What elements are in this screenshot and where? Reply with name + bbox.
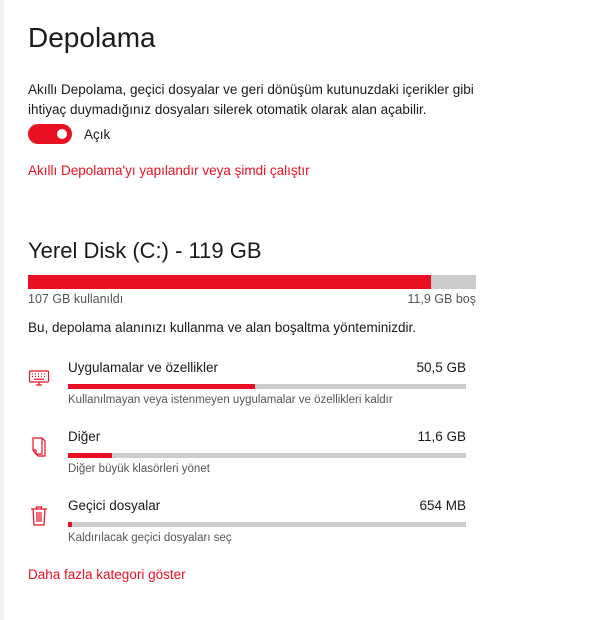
disk-used-label: 107 GB kullanıldı: [28, 292, 124, 306]
category-usage-bar-fill: [68, 522, 72, 527]
disk-usage-bar-fill: [28, 275, 432, 289]
left-edge-strip: [0, 0, 4, 620]
category-usage-bar-fill: [68, 384, 256, 389]
category-name: Diğer: [68, 429, 101, 444]
usage-note: Bu, depolama alanınızı kullanma ve alan …: [28, 320, 416, 335]
disk-title: Yerel Disk (C:) - 119 GB: [28, 238, 262, 263]
category-description: Kaldırılacak geçici dosyaları seç: [68, 532, 232, 544]
smart-storage-description: Akıllı Depolama, geçici dosyalar ve geri…: [28, 82, 474, 117]
keyboard-icon: [28, 366, 50, 388]
category-other[interactable]: Diğer 11,6 GB Diğer büyük klasörleri yön…: [28, 429, 466, 489]
category-temporary-files[interactable]: Geçici dosyalar 654 MB Kaldırılacak geçi…: [28, 498, 466, 558]
category-name: Geçici dosyalar: [68, 498, 161, 513]
smart-storage-toggle[interactable]: [28, 124, 72, 144]
folder-icon: [28, 435, 50, 457]
disk-usage-bar: [28, 275, 476, 289]
category-description: Diğer büyük klasörleri yönet: [68, 463, 210, 475]
category-usage-bar-fill: [68, 453, 112, 458]
disk-free-label: 11,9 GB boş: [407, 292, 476, 306]
category-name: Uygulamalar ve özellikler: [68, 360, 219, 375]
smart-storage-toggle-row: Açık: [28, 124, 110, 144]
page-title: Depolama: [28, 22, 156, 53]
category-size: 11,6 GB: [417, 429, 466, 444]
category-usage-bar: [68, 453, 466, 458]
category-size: 50,5 GB: [416, 360, 466, 375]
category-usage-bar: [68, 384, 466, 389]
toggle-knob: [57, 129, 67, 139]
category-apps[interactable]: Uygulamalar ve özellikler 50,5 GB Kullan…: [28, 360, 466, 420]
show-more-categories-link[interactable]: Daha fazla kategori göster: [28, 567, 186, 582]
category-description: Kullanılmayan veya istenmeyen uygulamala…: [68, 394, 393, 406]
configure-smart-storage-link[interactable]: Akıllı Depolama'yı yapılandır veya şimdi…: [28, 163, 310, 178]
trash-icon: [28, 504, 50, 526]
category-size: 654 MB: [419, 498, 466, 513]
category-usage-bar: [68, 522, 466, 527]
toggle-state-label: Açık: [84, 126, 111, 142]
